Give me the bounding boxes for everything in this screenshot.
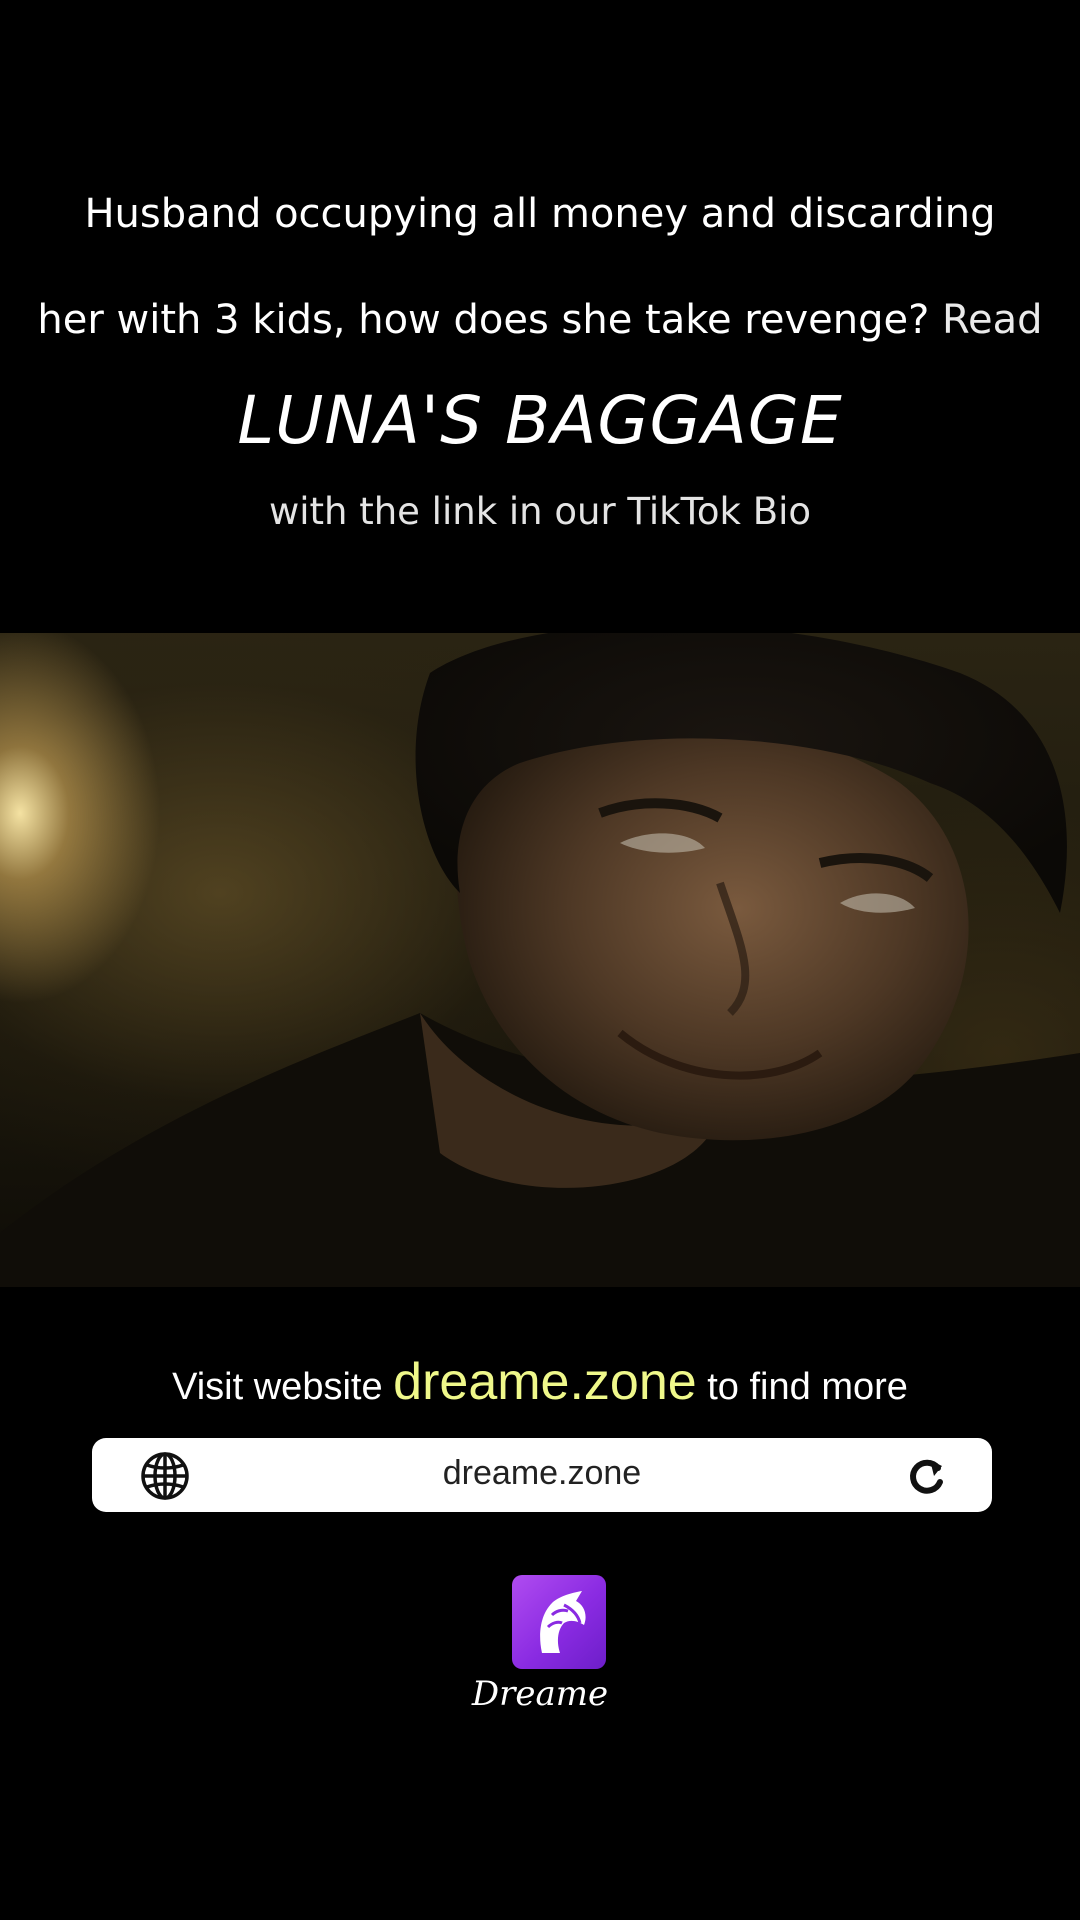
dreame-logo-icon[interactable] [512, 1575, 606, 1669]
caption-line-2: her with 3 kids, how does she take reven… [0, 300, 1080, 340]
visit-website-line: Visit website dreame.zone to find more [0, 1352, 1080, 1412]
caption-line-1: Husband occupying all money and discardi… [84, 191, 996, 237]
visit-suffix: to find more [707, 1366, 908, 1408]
bio-line: with the link in our TikTok Bio [268, 490, 812, 533]
reload-icon[interactable] [904, 1454, 948, 1498]
read-word: Read [942, 297, 1043, 343]
domain-highlight[interactable]: dreame.zone [393, 1353, 697, 1411]
video-frame [0, 633, 1080, 1287]
video-scene-image [0, 633, 1080, 1287]
visit-prefix: Visit website [172, 1366, 383, 1408]
book-title: LUNA'S BAGGAGE [237, 382, 843, 459]
url-bar[interactable]: dreame.zone [92, 1438, 992, 1512]
unicorn-icon [540, 1591, 586, 1653]
caption-line-2-text: her with 3 kids, how does she take reven… [37, 297, 930, 343]
brand-name: Dreame [471, 1674, 609, 1714]
url-text[interactable]: dreame.zone [92, 1454, 992, 1493]
